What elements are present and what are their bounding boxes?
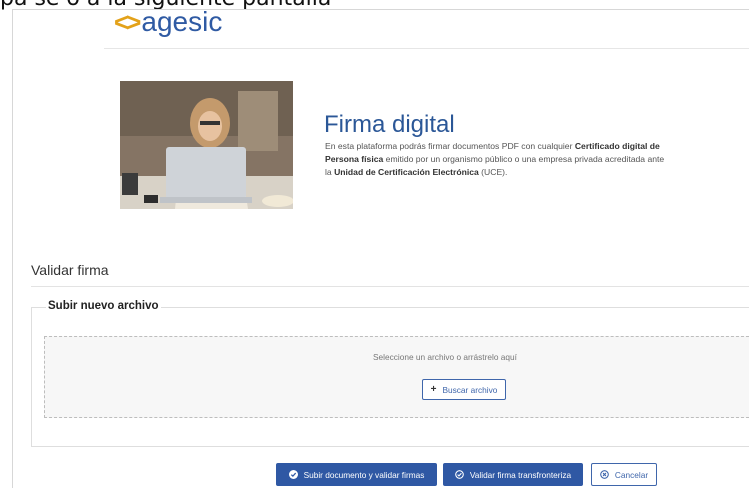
- file-drop-zone[interactable]: [44, 336, 749, 418]
- section-title-validar-firma: Validar firma: [31, 262, 109, 278]
- logo-mark-icon: <>: [114, 7, 141, 37]
- hero-title: Firma digital: [324, 111, 455, 138]
- drop-hint: Seleccione un archivo o arrástrelo aquí: [373, 352, 517, 362]
- validate-cross-border-button[interactable]: Validar firma transfronteriza: [443, 463, 583, 486]
- cancel-button[interactable]: Cancelar: [591, 463, 657, 486]
- upload-legend: Subir nuevo archivo: [46, 300, 161, 312]
- validate-cross-border-label: Validar firma transfronteriza: [469, 469, 572, 480]
- check-circle-outline-icon: [455, 470, 464, 479]
- cancel-label: Cancelar: [614, 469, 649, 480]
- upload-and-validate-label: Subir documento y validar firmas: [303, 469, 425, 480]
- plus-icon: +: [430, 384, 437, 395]
- browse-file-label: Buscar archivo: [442, 384, 498, 395]
- upload-and-validate-button[interactable]: Subir documento y validar firmas: [276, 463, 437, 486]
- close-circle-icon: [600, 470, 609, 479]
- logo-text: agesic: [141, 6, 223, 37]
- hero-description: En esta plataforma podrás firmar documen…: [325, 141, 665, 177]
- agesic-logo[interactable]: <> agesic: [114, 6, 223, 37]
- hero-image: [120, 81, 293, 209]
- check-circle-icon: [288, 470, 298, 479]
- section-divider: [31, 286, 749, 287]
- browse-file-button[interactable]: + Buscar archivo: [422, 379, 506, 400]
- header-divider: [104, 48, 749, 49]
